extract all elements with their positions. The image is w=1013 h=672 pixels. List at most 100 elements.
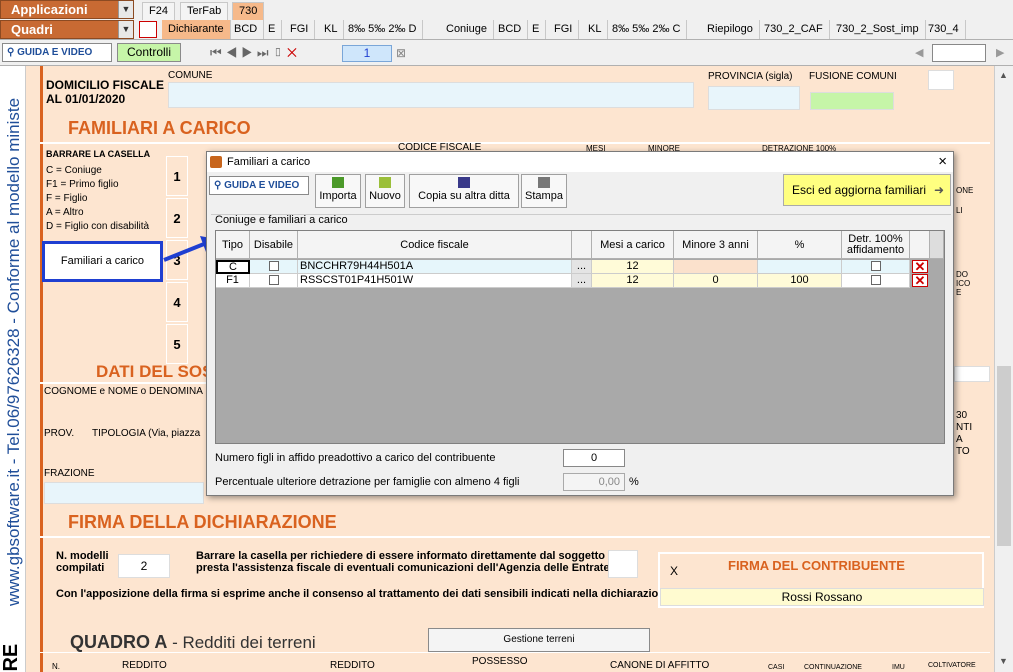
provincia-field[interactable] [708, 86, 800, 110]
delete-icon[interactable]: ✕ [912, 260, 928, 273]
fusione-field[interactable] [810, 92, 894, 110]
vertical-scrollbar[interactable]: ▲ ▼ [994, 66, 1013, 672]
disabile-checkbox[interactable] [268, 261, 279, 272]
cell-mesi[interactable]: 12 [592, 274, 674, 288]
cell-disabile[interactable] [250, 260, 298, 274]
delete-page-icon[interactable]: ✕ [287, 45, 301, 60]
detr-checkbox[interactable] [870, 261, 881, 272]
cell-perc[interactable] [758, 260, 842, 274]
tab-e[interactable]: E [262, 20, 283, 39]
tab-dichiarante[interactable]: Dichiarante [162, 20, 231, 39]
secondary-toolbar: ⚲ GUIDA E VIDEO Controlli ⏮◀▶⏭▯✕ 1 ⊠ ◀ ▶ [0, 40, 1013, 66]
comune-field[interactable] [168, 82, 694, 108]
cell-mesi[interactable]: 12 [592, 260, 674, 274]
detr-checkbox[interactable] [870, 275, 881, 286]
page-number-field[interactable]: 1 [342, 45, 392, 62]
next-icon[interactable]: ▶ [241, 45, 257, 60]
tab-f24[interactable]: F24 [142, 2, 175, 20]
first-page-icon[interactable]: ⏮ [210, 45, 226, 60]
esci-aggiorna-button[interactable]: Esci ed aggiorna familiari ➜ [783, 174, 951, 206]
stampa-button[interactable]: Stampa [521, 174, 567, 208]
frazione-label: FRAZIONE [44, 468, 95, 479]
last-page-icon[interactable]: ⏭ [257, 45, 273, 60]
close-icon[interactable]: × [938, 152, 947, 172]
tab-fgi-c[interactable]: FGI [548, 20, 580, 39]
consenso-text: Con l'apposizione della firma si esprime… [56, 588, 672, 600]
applicazioni-dropdown[interactable]: Applicazioni ▼ [0, 0, 134, 19]
prev-icon[interactable]: ◀ [915, 46, 923, 59]
lookup-button[interactable]: ... [572, 260, 592, 274]
divider [40, 382, 208, 384]
quadri-dropdown[interactable]: Quadri ▼ [0, 20, 134, 39]
tab-terfab[interactable]: TerFab [180, 2, 229, 20]
tab-riepilogo[interactable]: Riepilogo [701, 20, 760, 39]
n-modelli-line1: N. modelli [56, 550, 109, 562]
informato-checkbox[interactable] [608, 550, 638, 578]
firma-nome-field[interactable]: Rossi Rossano [660, 588, 984, 606]
tab-e-c[interactable]: E [526, 20, 547, 39]
tab-fgi[interactable]: FGI [284, 20, 316, 39]
prev-icon[interactable]: ◀ [226, 45, 242, 60]
nuovo-button[interactable]: Nuovo [365, 174, 405, 208]
tab-8x1000-c[interactable]: 8‰ 5‰ 2‰ C [606, 20, 688, 39]
cell-cf[interactable]: BNCCHR79H44H501A [298, 260, 572, 274]
importa-label: Importa [319, 190, 357, 202]
tab-730-4[interactable]: 730_4 [922, 20, 966, 39]
scroll-up-icon[interactable]: ▲ [999, 70, 1008, 80]
side-field[interactable] [954, 366, 990, 382]
tab-bcd[interactable]: BCD [228, 20, 265, 39]
right-fragment: 30 [956, 410, 968, 421]
guida-video-button[interactable]: ⚲ GUIDA E VIDEO [2, 43, 112, 62]
tab-730[interactable]: 730 [232, 2, 265, 20]
cell-disabile[interactable] [250, 274, 298, 288]
controlli-button[interactable]: Controlli [117, 43, 181, 62]
tab-kl-c[interactable]: KL [582, 20, 609, 39]
scroll-down-icon[interactable]: ▼ [999, 656, 1008, 666]
importa-button[interactable]: Importa [315, 174, 361, 208]
chevron-down-icon[interactable]: ▼ [118, 21, 133, 38]
cell-detr[interactable] [842, 260, 910, 274]
cell-perc[interactable]: 100 [758, 274, 842, 288]
scroll-thumb[interactable] [997, 366, 1011, 546]
guida-video-button[interactable]: ⚲ GUIDA E VIDEO [209, 176, 309, 195]
right-fragment: NTI [956, 422, 973, 433]
tab-coniuge[interactable]: Coniuge [440, 20, 494, 39]
cell-cf[interactable]: RSSCST01P41H501W [298, 274, 572, 288]
affido-field[interactable]: 0 [563, 449, 625, 467]
copia-button[interactable]: Copia su altra ditta [409, 174, 519, 208]
next-icon[interactable]: ▶ [996, 46, 1004, 59]
perc-field[interactable]: 0,00 [563, 473, 625, 491]
close-page-icon[interactable]: ⊠ [396, 46, 406, 60]
affido-label: Numero figli in affido preadottivo a car… [215, 452, 496, 464]
cell-minore[interactable]: 0 [674, 274, 758, 288]
delete-icon[interactable]: ✕ [912, 274, 928, 287]
cell-minore[interactable] [674, 260, 758, 274]
tab-730-2-caf[interactable]: 730_2_CAF [758, 20, 830, 39]
perc-label: Percentuale ulteriore detrazione per fam… [215, 476, 520, 488]
firma-title: FIRMA DELLA DICHIARAZIONE [68, 512, 337, 532]
cell-tipo[interactable]: F1 [216, 274, 250, 288]
tab-730-2-sost-imp[interactable]: 730_2_Sost_imp [830, 20, 926, 39]
new-page-icon[interactable]: ▯ [273, 45, 287, 60]
tab-bcd-c[interactable]: BCD [492, 20, 529, 39]
cell-detr[interactable] [842, 274, 910, 288]
cell-tipo[interactable]: C [216, 260, 250, 274]
extra-field[interactable] [928, 70, 954, 90]
gestione-terreni-button[interactable]: Gestione terreni [428, 628, 650, 652]
legend-a: A = Altro [46, 207, 84, 218]
nav-arrows[interactable]: ⏮◀▶⏭▯✕ [210, 45, 301, 61]
tab-kl[interactable]: KL [318, 20, 345, 39]
lookup-button[interactable]: ... [572, 274, 592, 288]
n-modelli-field[interactable]: 2 [118, 554, 170, 578]
disabile-checkbox[interactable] [268, 275, 279, 286]
search-page-input[interactable] [932, 44, 986, 62]
col-header: CONTINUAZIONE [804, 664, 862, 671]
fusione-label: FUSIONE COMUNI [809, 71, 897, 82]
frazione-field[interactable] [44, 482, 204, 504]
group-label: Coniuge e familiari a carico [215, 214, 348, 226]
chevron-down-icon[interactable]: ▼ [118, 1, 133, 18]
tab-8x1000-d[interactable]: 8‰ 5‰ 2‰ D [342, 20, 424, 39]
col-mesi: Mesi a carico [592, 231, 674, 259]
pdf-icon[interactable] [139, 21, 157, 38]
callout-familiari: Familiari a carico [42, 241, 163, 282]
